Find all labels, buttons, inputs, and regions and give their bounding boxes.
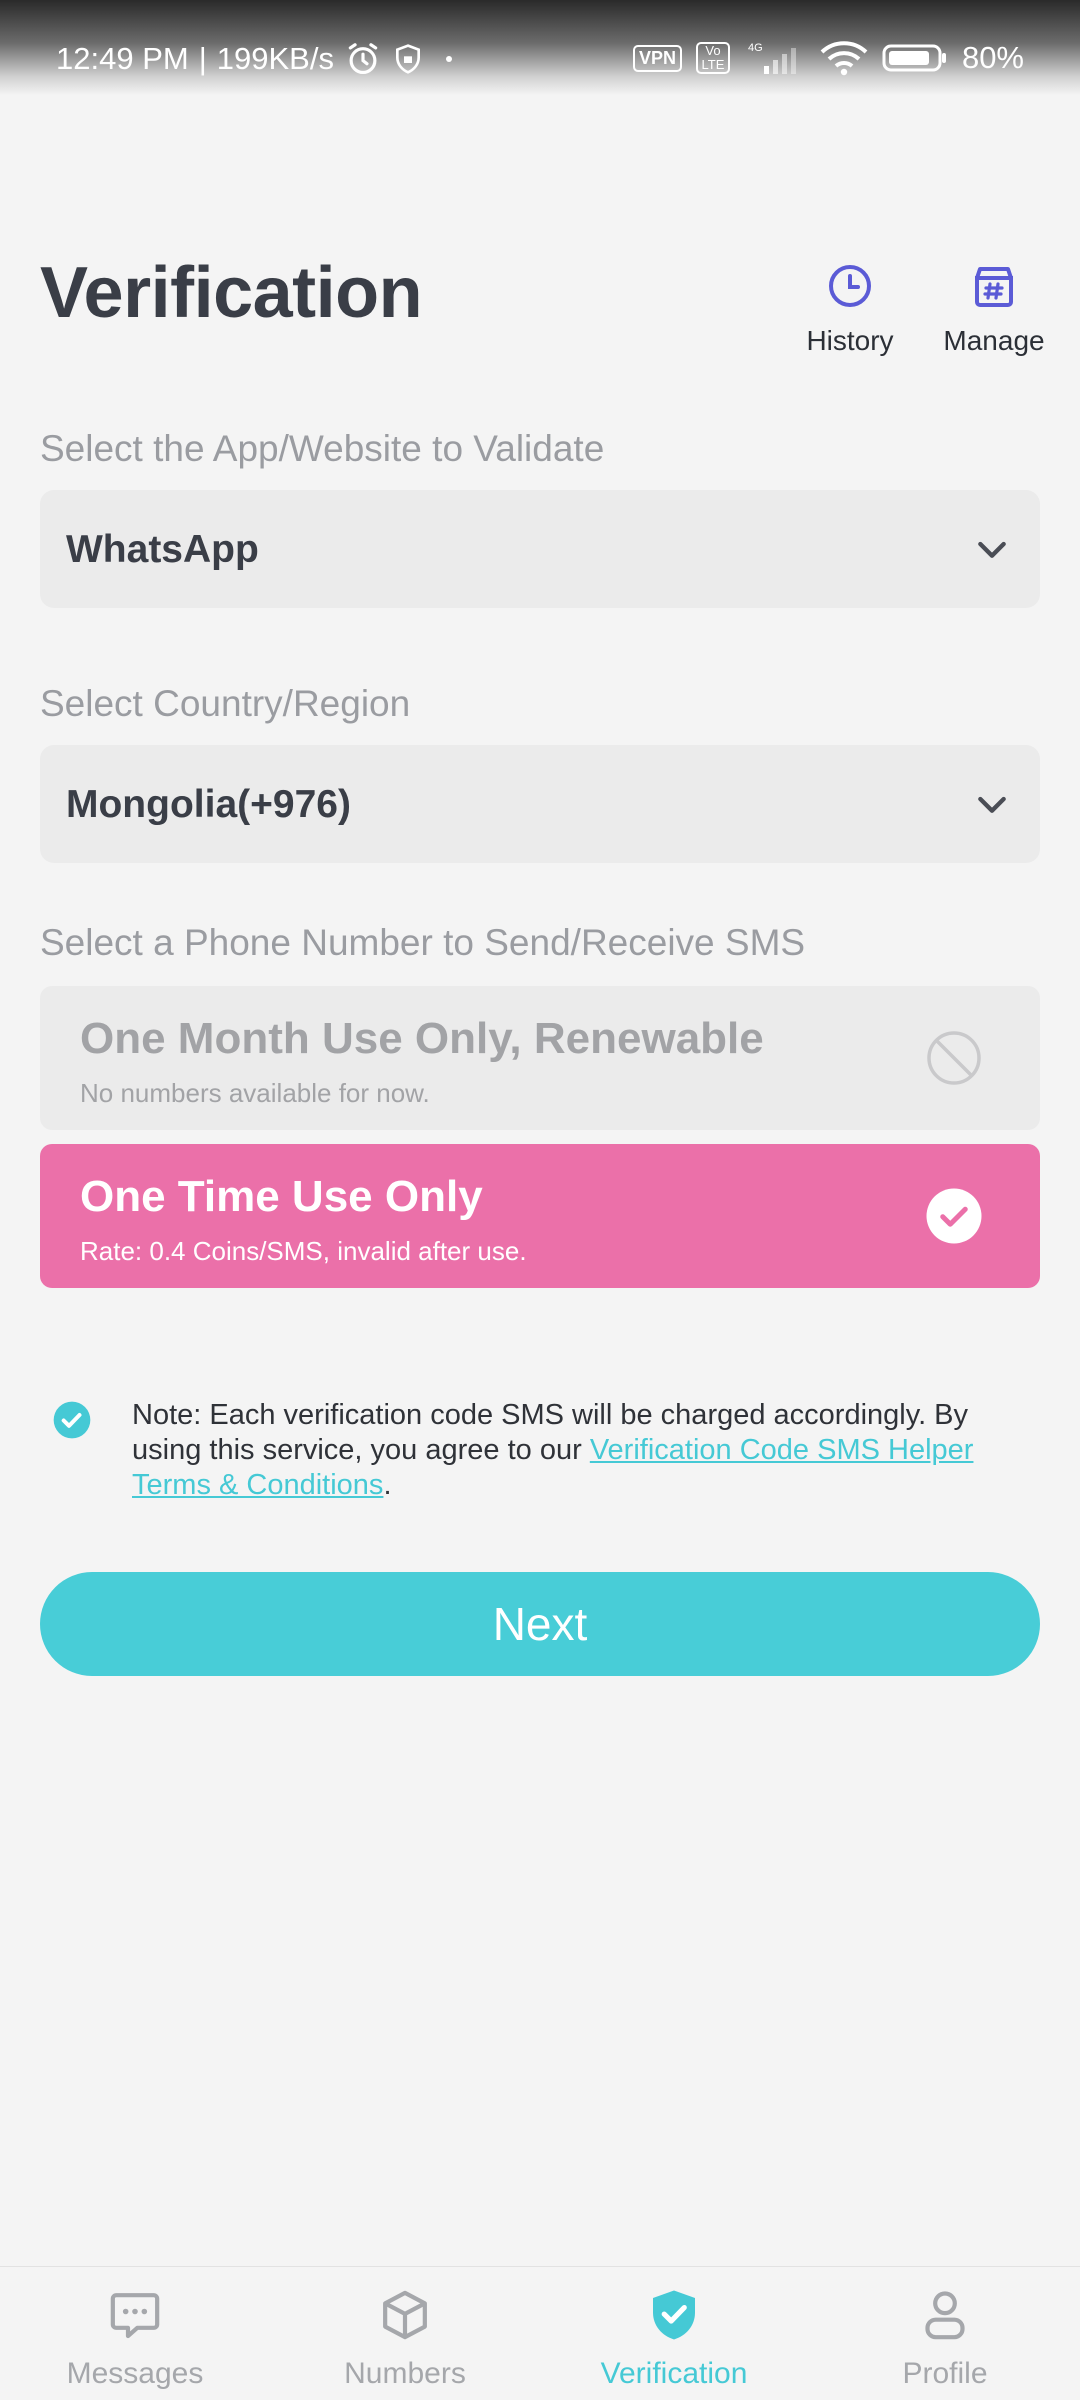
signal-icon: 4G [744,40,806,76]
wifi-icon [820,40,868,76]
next-button[interactable]: Next [40,1572,1040,1676]
nav-numbers-label: Numbers [344,2357,466,2390]
status-time: 12:49 PM [56,41,189,76]
app-select-dropdown[interactable]: WhatsApp [40,490,1040,608]
verification-screen: 12:49 PM | 199KB/s VPN Vo LTE 4G 80% Ver… [0,0,1080,2400]
status-right: VPN Vo LTE 4G 80% [632,40,1024,76]
nav-profile-label: Profile [902,2357,988,2390]
nav-verification-label: Verification [600,2357,748,2390]
nav-item-verification[interactable]: Verification [574,2287,774,2391]
volte-indicator: Vo LTE [695,42,730,74]
bottom-nav: Messages Numbers Verification Profile [0,2266,1080,2400]
status-left: 12:49 PM | 199KB/s [56,40,464,78]
network-type-label: 4G [748,42,763,54]
check-circle-icon [924,1186,984,1251]
shield-check-icon [645,2287,703,2351]
nav-item-profile[interactable]: Profile [845,2287,1045,2391]
nav-item-numbers[interactable]: Numbers [305,2287,505,2391]
terms-checkbox[interactable] [52,1400,92,1445]
manage-button[interactable]: Manage [932,262,1056,357]
alarm-icon [344,40,382,78]
unavailable-icon [924,1028,984,1093]
status-bar: 12:49 PM | 199KB/s VPN Vo LTE 4G 80% [0,0,1080,95]
option-monthly[interactable]: One Month Use Only, Renewable No numbers… [40,986,1040,1130]
manage-label: Manage [943,325,1045,356]
phone-select-label: Select a Phone Number to Send/Receive SM… [40,922,806,963]
option-monthly-title: One Month Use Only, Renewable [80,1014,764,1063]
battery-percent: 80% [961,40,1024,75]
nav-messages-label: Messages [66,2357,204,2390]
message-bubble-icon [106,2287,164,2351]
option-one-time-subtitle: Rate: 0.4 Coins/SMS, invalid after use. [80,1236,527,1266]
status-separator: | [198,41,207,76]
country-select-dropdown[interactable]: Mongolia(+976) [40,745,1040,863]
app-select-value: WhatsApp [66,528,259,571]
clock-icon [826,262,874,317]
nav-item-messages[interactable]: Messages [35,2287,235,2391]
history-button[interactable]: History [800,262,900,357]
chevron-down-icon [972,787,1012,826]
country-select-value: Mongolia(+976) [66,783,351,826]
terms-note-end: . [383,1469,392,1501]
page-title: Verification [40,253,423,333]
hashtag-box-icon [970,262,1018,317]
history-label: History [806,325,894,356]
option-monthly-subtitle: No numbers available for now. [80,1078,430,1108]
notification-dot-icon [434,49,464,69]
person-icon [916,2287,974,2351]
status-net-speed: 199KB/s [216,41,334,76]
vpn-indicator: VPN [632,44,682,72]
option-one-time-title: One Time Use Only [80,1172,483,1221]
chevron-down-icon [972,532,1012,571]
box-icon [376,2287,434,2351]
security-shield-icon [392,42,424,76]
terms-note: Note: Each verification code SMS will be… [132,1398,1012,1503]
battery-icon [882,42,948,74]
country-select-label: Select Country/Region [40,683,411,724]
option-one-time[interactable]: One Time Use Only Rate: 0.4 Coins/SMS, i… [40,1144,1040,1288]
app-select-label: Select the App/Website to Validate [40,428,605,469]
